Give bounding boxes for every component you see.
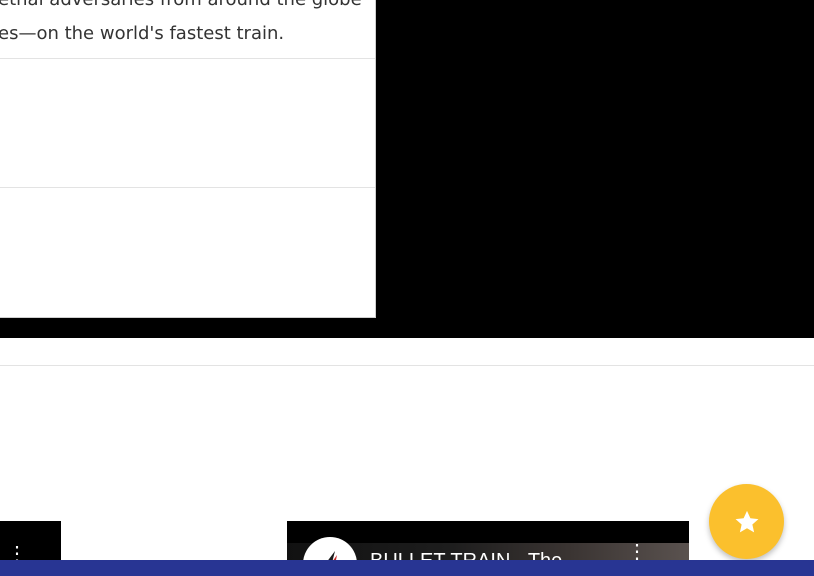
description-line: ethal adversaries from around the globe	[0, 0, 375, 17]
channel-avatar[interactable]	[303, 537, 357, 560]
more-options-icon[interactable]: ⋮	[627, 542, 647, 560]
divider	[0, 187, 375, 188]
favorite-button[interactable]	[709, 484, 784, 559]
divider	[0, 58, 375, 59]
movie-description: ethal adversaries from around the globe …	[0, 0, 375, 51]
star-icon	[735, 510, 758, 532]
divider	[0, 365, 814, 366]
movie-info-card: ethal adversaries from around the globe …	[0, 0, 376, 318]
more-options-icon[interactable]: ⋮	[7, 544, 27, 560]
video-thumbnail[interactable]: BULLET TRAIN - The ⋮	[287, 521, 689, 560]
video-title[interactable]: BULLET TRAIN - The	[370, 550, 562, 560]
description-line: es—on the world's fastest train.	[0, 23, 285, 44]
video-thumbnail[interactable]: ⋮	[0, 521, 61, 560]
bottom-navigation-bar	[0, 560, 814, 576]
channel-logo-icon	[328, 551, 337, 560]
